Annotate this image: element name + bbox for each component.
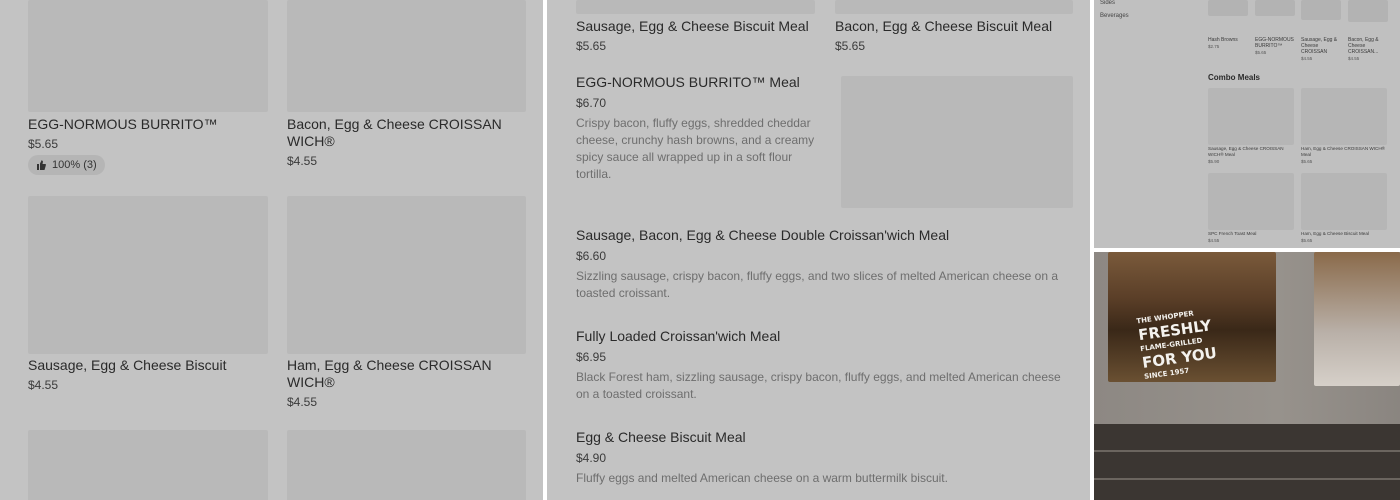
combo-price: $4.55 [1208,238,1220,243]
item-image[interactable] [287,196,526,354]
item-title[interactable]: Fully Loaded Croissan'wich Meal [576,328,780,345]
item-title[interactable]: Sausage, Bacon, Egg & Cheese Double Croi… [576,227,949,244]
item-title[interactable]: Bacon, Egg & Cheese CROISSAN... [1348,37,1392,55]
item-price: $5.65 [576,39,607,53]
item-price: $6.70 [576,96,607,110]
item-title[interactable]: Bacon, Egg & Cheese CROISSAN WICH® [287,116,527,150]
item-price: $4.55 [287,395,318,409]
nav-item-beverages[interactable]: Beverages [1100,13,1129,19]
nav-item-sides[interactable]: Sides [1100,0,1115,6]
combo-image[interactable] [1301,173,1387,230]
item-description: Black Forest ham, sizzling sausage, cris… [576,370,1061,401]
item-image[interactable] [1208,0,1248,16]
item-price: $6.95 [576,350,607,364]
item-image[interactable] [1301,0,1341,20]
item-description: Crispy bacon, fluffy eggs, shredded ched… [576,116,815,181]
item-price: $4.90 [576,451,607,465]
thumbs-up-icon [37,160,46,170]
item-image[interactable] [28,0,268,112]
food-poster [1314,252,1400,386]
item-price: $5.65 [1255,50,1267,55]
combo-price: $5.65 [1301,238,1313,243]
item-image[interactable] [1348,0,1388,22]
item-price: $4.55 [1301,56,1313,61]
desktop-menu-thumbnail: Sides Beverages Hash Browns $2.75 EGG-NO… [1094,0,1400,248]
item-title[interactable]: Bacon, Egg & Cheese Biscuit Meal [835,18,1052,35]
combo-title[interactable]: Ham, Egg & Cheese CROISSAN WICH® Meal [1301,146,1389,158]
poster-text: THE WHOPPER FRESHLY FLAME-GRILLED FOR YO… [1135,309,1218,381]
rating-text: 100% (3) [52,159,97,171]
restaurant-photo: THE WHOPPER FRESHLY FLAME-GRILLED FOR YO… [1094,252,1400,500]
item-price: $5.65 [835,39,866,53]
item-title[interactable]: Ham, Egg & Cheese CROISSAN WICH® [287,357,497,391]
combo-image[interactable] [1208,173,1294,230]
menu-grid-panel: EGG-NORMOUS BURRITO™ $5.65 100% (3) Baco… [0,0,543,500]
item-title[interactable]: Sausage, Egg & Cheese Biscuit Meal [576,18,809,35]
item-image[interactable] [835,0,1073,14]
section-title: Combo Meals [1208,73,1261,82]
combo-title[interactable]: Sausage, Egg & Cheese CROISSAN WICH® Mea… [1208,146,1296,158]
rating-badge: 100% (3) [28,155,105,175]
item-price: $5.65 [28,137,59,151]
combo-price: $5.90 [1208,159,1220,164]
item-image[interactable] [28,196,268,354]
item-image[interactable] [841,76,1073,208]
item-price: $2.75 [1208,44,1220,49]
item-image[interactable] [287,430,526,500]
item-title[interactable]: EGG-NORMOUS BURRITO™ [28,116,268,133]
item-title[interactable]: Egg & Cheese Biscuit Meal [576,429,746,446]
combo-image[interactable] [1301,88,1387,145]
item-description: Fluffy eggs and melted American cheese o… [576,471,948,485]
item-title[interactable]: Sausage, Egg & Cheese Biscuit [28,357,268,374]
combo-title[interactable]: SPC French Toast Meal [1208,231,1296,237]
item-title[interactable]: Hash Browns [1208,37,1252,43]
item-image[interactable] [287,0,526,112]
item-image[interactable] [576,0,815,14]
item-title[interactable]: EGG-NORMOUS BURRITO™ Meal [576,74,800,91]
item-price: $4.55 [287,154,318,168]
item-title[interactable]: Sausage, Egg & Cheese CROISSAN [1301,37,1345,55]
item-image[interactable] [28,430,268,500]
combo-image[interactable] [1208,88,1294,145]
item-price: $4.55 [1348,56,1360,61]
item-title[interactable]: EGG-NORMOUS BURRITO™ [1255,37,1299,49]
combo-title[interactable]: Ham, Egg & Cheese Biscuit Meal [1301,231,1389,237]
menu-list-panel: Sausage, Egg & Cheese Biscuit Meal $5.65… [547,0,1090,500]
combo-price: $5.65 [1301,159,1313,164]
item-description: Sizzling sausage, crispy bacon, fluffy e… [576,269,1059,300]
whopper-poster: THE WHOPPER FRESHLY FLAME-GRILLED FOR YO… [1108,252,1276,382]
item-price: $6.60 [576,249,607,263]
tile-backsplash [1094,424,1400,500]
item-price: $4.55 [28,378,59,392]
item-image[interactable] [1255,0,1295,16]
